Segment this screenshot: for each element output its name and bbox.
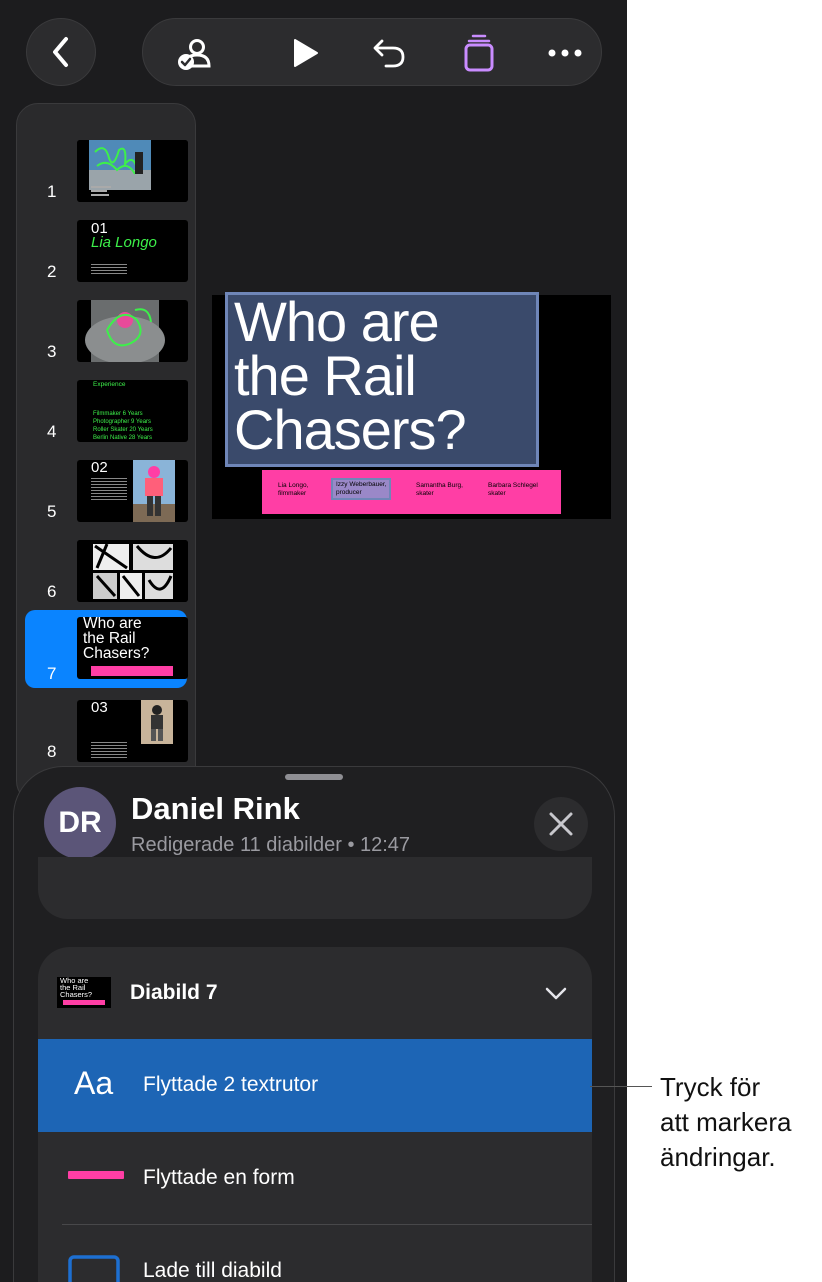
slide-preview: 01 Lia Longo: [77, 220, 188, 282]
close-button[interactable]: [534, 797, 588, 851]
change-label: Flyttade 2 textrutor: [143, 1073, 319, 1096]
slide-change-group: Who are the Rail Chasers? Diabild 7 Aa F…: [38, 947, 592, 1282]
slide-preview: Who are the Rail Chasers?: [77, 617, 188, 679]
slide-thumbnail-6[interactable]: 6: [25, 534, 188, 606]
slide-number: 6: [47, 582, 57, 601]
thumb-row-text: Roller Skater 20 Years: [93, 427, 153, 433]
phone-screen: 1 2 01 Lia Longo 3 4 Experience Filmmake…: [0, 0, 627, 1282]
chevron-down-icon[interactable]: [544, 983, 568, 1003]
chevron-left-icon: [53, 37, 68, 67]
slide-mini-thumbnail: Who are the Rail Chasers?: [57, 977, 111, 1008]
more-icon: [548, 49, 582, 57]
slide-preview: 02: [77, 460, 188, 522]
slide-canvas[interactable]: Who are the Rail Chasers? Lia Longo, fil…: [212, 292, 611, 519]
change-label: Lade till diabild: [143, 1259, 282, 1282]
slide-thumbnail-3[interactable]: 3: [25, 294, 188, 366]
thumb-row-text: Berlin Native 28 Years: [93, 435, 153, 441]
credit-name: Izzy Weberbauer,: [336, 481, 387, 488]
slide-icon: [68, 1255, 120, 1282]
credit-item-selected[interactable]: Izzy Weberbauer, producer: [330, 478, 392, 500]
previous-slide-group[interactable]: [38, 857, 592, 919]
callout-text: Tryck för att markera ändringar.: [660, 1072, 792, 1172]
user-name: Daniel Rink: [131, 791, 300, 826]
play-icon: [294, 39, 318, 67]
close-icon: [549, 812, 573, 836]
title-text-box[interactable]: Who are the Rail Chasers?: [225, 292, 539, 467]
undo-icon: [373, 39, 405, 68]
slide-thumbnail-1[interactable]: 1: [25, 134, 188, 206]
sheet-grabber[interactable]: [285, 774, 343, 780]
back-button[interactable]: [26, 18, 96, 86]
credit-name: Samantha Burg,: [416, 482, 463, 489]
credit-role: producer: [336, 489, 362, 496]
thumb-heading: 03: [91, 700, 108, 716]
top-toolbar: [142, 18, 602, 86]
thumb-row-text: Photographer 9 Years: [93, 419, 152, 425]
change-item-moved-text-boxes[interactable]: Aa Flyttade 2 textrutor: [38, 1039, 592, 1132]
slide-number: 4: [47, 422, 57, 441]
credit-item: Barbara Schlegel skater: [488, 482, 538, 498]
slide-preview: [77, 540, 188, 602]
thumb-heading: 02: [91, 460, 108, 476]
credit-role: skater: [488, 490, 506, 497]
slide-preview: [77, 140, 188, 202]
slide-number: 7: [47, 664, 57, 683]
credit-role: skater: [416, 490, 434, 497]
credit-name: Lia Longo,: [278, 482, 309, 489]
slide-thumbnail-7[interactable]: 7 Who are the Rail Chasers?: [25, 610, 188, 688]
slide-number: 5: [47, 502, 57, 521]
edit-summary: Redigerade 11 diabilder • 12:47: [131, 834, 411, 856]
change-item-moved-shape[interactable]: Flyttade en form: [38, 1132, 592, 1225]
slides-stack-icon: [464, 34, 494, 72]
slide-preview: 03: [77, 700, 188, 762]
slide-thumbnail-2[interactable]: 2 01 Lia Longo: [25, 214, 188, 286]
slide-thumbnail-4[interactable]: 4 Experience Filmmaker 6 Years Photograp…: [25, 374, 188, 446]
slide-number: 3: [47, 342, 57, 361]
changes-button[interactable]: [459, 33, 499, 73]
mini-thumb-text: Who are the Rail Chasers?: [60, 977, 93, 999]
credit-item: Lia Longo, filmmaker: [278, 482, 308, 498]
credit-item: Samantha Burg, skater: [416, 482, 463, 498]
more-button[interactable]: [545, 33, 585, 73]
collaborate-icon: [178, 39, 211, 70]
slide-preview: Experience Filmmaker 6 Years Photographe…: [77, 380, 188, 442]
change-label: Flyttade en form: [143, 1166, 295, 1189]
slide-thumbnail-5[interactable]: 5 02: [25, 454, 188, 526]
shape-line-icon: [68, 1171, 124, 1179]
thumb-text: Lia Longo: [91, 234, 157, 251]
thumb-row-text: Filmmaker 6 Years: [93, 411, 143, 417]
change-item-added-slide[interactable]: Lade till diabild: [38, 1225, 592, 1282]
slide-number: 1: [47, 182, 57, 201]
credits-shape[interactable]: Lia Longo, filmmaker Izzy Weberbauer, pr…: [262, 470, 561, 514]
credit-role: filmmaker: [278, 490, 307, 497]
slide-group-title: Diabild 7: [130, 981, 218, 1004]
avatar: DR: [44, 787, 116, 859]
callout-line: [590, 1086, 652, 1087]
text-icon: Aa: [74, 1065, 114, 1101]
undo-button[interactable]: [369, 33, 409, 73]
thumb-title: Who are the Rail Chasers?: [83, 617, 150, 662]
credit-name: Barbara Schlegel: [488, 482, 538, 489]
thumb-heading: Experience: [93, 381, 126, 388]
slide-preview: [77, 300, 188, 362]
slide-title: Who are the Rail Chasers?: [234, 290, 467, 461]
slide-number: 8: [47, 742, 57, 761]
play-button[interactable]: [285, 33, 325, 73]
changes-sheet: DR Daniel Rink Redigerade 11 diabilder •…: [13, 766, 615, 1282]
slide-navigator: 1 2 01 Lia Longo 3 4 Experience Filmmake…: [16, 103, 196, 803]
slide-thumbnail-8[interactable]: 8 03: [25, 694, 188, 766]
slide-number: 2: [47, 262, 57, 281]
slide-group-header[interactable]: Who are the Rail Chasers? Diabild 7: [38, 947, 592, 1039]
collaborate-button[interactable]: [175, 33, 215, 73]
